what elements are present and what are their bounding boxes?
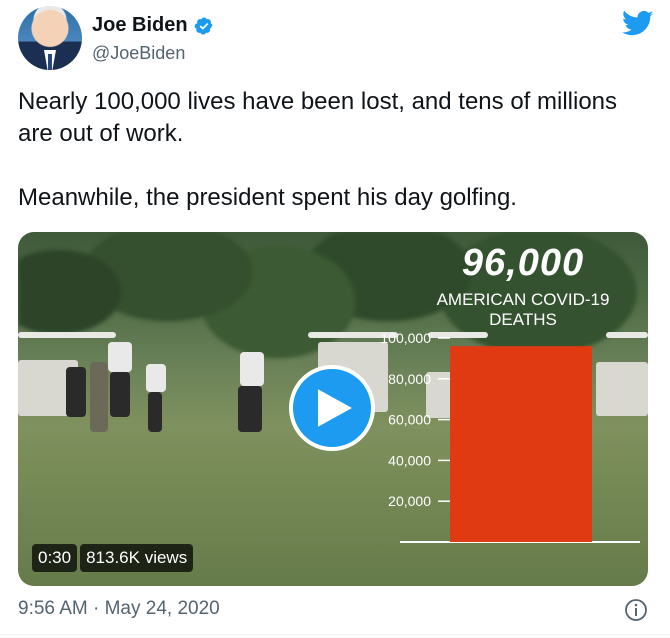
- tweet-timestamp[interactable]: 9:56 AM · May 24, 2020: [18, 598, 220, 620]
- tweet-text: Nearly 100,000 lives have been lost, and…: [18, 88, 618, 211]
- play-button[interactable]: [289, 365, 375, 451]
- tweet-header: Joe Biden @JoeBiden: [18, 6, 658, 76]
- video-stats-badge: 0:30 813.6K views: [32, 544, 194, 572]
- author-name-row[interactable]: Joe Biden: [92, 14, 214, 37]
- info-icon[interactable]: [624, 598, 648, 622]
- author-display-name[interactable]: Joe Biden: [92, 14, 188, 37]
- chart-y-tick-label: 40,000: [388, 452, 431, 468]
- chart-y-tick-label: 20,000: [388, 493, 431, 509]
- chart-title: 96,000: [461, 242, 585, 284]
- video-view-count: 813.6K views: [80, 544, 194, 572]
- author-handle[interactable]: @JoeBiden: [92, 43, 185, 64]
- chart-subtitle: AMERICAN COVID-19 DEATHS: [436, 290, 610, 329]
- video-player[interactable]: 20,000 40,000 60,000 80,000 100,000 96,000 A…: [18, 232, 648, 586]
- video-duration: 0:30: [32, 544, 78, 572]
- divider: [0, 634, 670, 635]
- play-icon: [318, 389, 352, 427]
- chart-bar: [450, 346, 592, 542]
- chart-y-tick-label: 80,000: [388, 371, 431, 387]
- verified-badge-icon: [194, 16, 213, 35]
- chart-y-tick-label: 60,000: [388, 412, 431, 428]
- twitter-bird-icon[interactable]: [622, 10, 654, 38]
- chart-y-tick-label: 100,000: [380, 330, 431, 346]
- avatar[interactable]: [18, 6, 82, 70]
